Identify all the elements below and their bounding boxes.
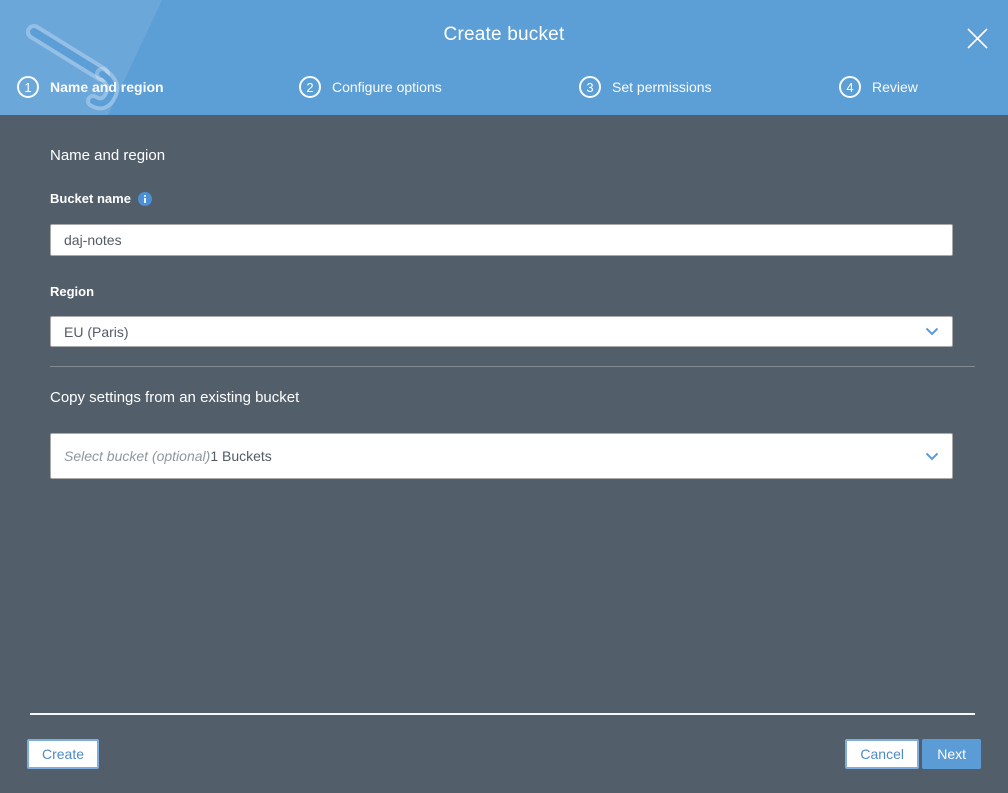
copy-settings-bucket-select[interactable]: Select bucket (optional) 1 Buckets bbox=[50, 433, 953, 479]
bucket-count-text: 1 Buckets bbox=[210, 448, 272, 464]
create-button[interactable]: Create bbox=[27, 739, 100, 769]
step-name-and-region[interactable]: 1 Name and region bbox=[17, 76, 164, 98]
chevron-down-icon bbox=[925, 327, 939, 336]
modal-header: Create bucket 1 Name and region 2 Config… bbox=[0, 0, 1008, 115]
chevron-down-icon bbox=[925, 452, 939, 460]
step-configure-options[interactable]: 2 Configure options bbox=[299, 76, 442, 98]
step-number-badge: 2 bbox=[299, 76, 321, 98]
region-select[interactable]: EU (Paris) bbox=[50, 316, 953, 347]
step-label: Configure options bbox=[332, 79, 442, 95]
step-label: Set permissions bbox=[612, 79, 712, 95]
section-heading-name-and-region: Name and region bbox=[50, 147, 166, 164]
step-label: Review bbox=[872, 79, 918, 95]
region-label-text: Region bbox=[50, 284, 95, 299]
step-number-badge: 1 bbox=[17, 76, 39, 98]
close-icon[interactable] bbox=[966, 27, 989, 50]
create-bucket-modal: Create bucket 1 Name and region 2 Config… bbox=[0, 0, 1008, 793]
step-set-permissions[interactable]: 3 Set permissions bbox=[579, 76, 712, 98]
step-number-badge: 4 bbox=[839, 76, 861, 98]
step-number-badge: 3 bbox=[579, 76, 601, 98]
region-selected-value: EU (Paris) bbox=[64, 323, 129, 340]
step-label: Name and region bbox=[50, 79, 164, 95]
step-review[interactable]: 4 Review bbox=[839, 76, 918, 98]
section-heading-copy-settings: Copy settings from an existing bucket bbox=[50, 389, 300, 406]
info-icon[interactable] bbox=[137, 191, 152, 206]
section-divider bbox=[50, 366, 975, 367]
next-button[interactable]: Next bbox=[922, 739, 981, 769]
region-label: Region bbox=[50, 284, 94, 299]
bucket-name-input[interactable] bbox=[50, 224, 953, 256]
bucket-name-label-text: Bucket name bbox=[50, 191, 131, 206]
modal-title: Create bucket bbox=[443, 24, 565, 45]
footer-divider bbox=[30, 713, 975, 715]
bucket-name-label: Bucket name bbox=[50, 191, 152, 206]
cancel-button[interactable]: Cancel bbox=[845, 739, 919, 769]
bucket-select-text: Select bucket (optional) 1 Buckets bbox=[64, 448, 272, 464]
bucket-select-placeholder: Select bucket (optional) bbox=[64, 448, 211, 464]
